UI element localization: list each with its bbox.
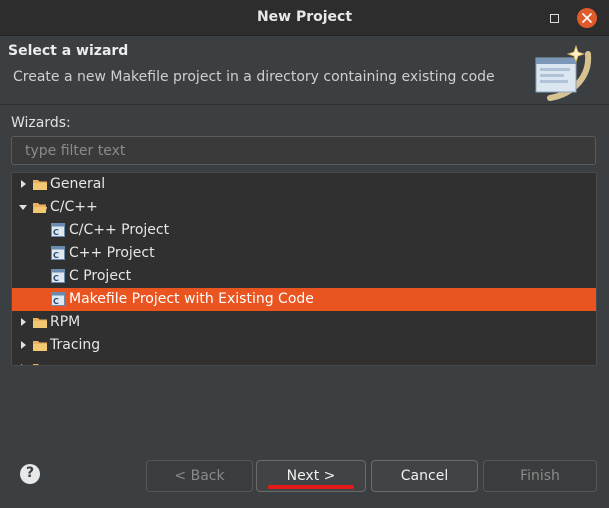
wizard-filter-input[interactable]: [11, 136, 596, 165]
tree-item-rpm[interactable]: RPM: [12, 311, 596, 334]
tree-item-c-cpp-project[interactable]: C C/C++ Project: [12, 219, 596, 242]
folder-icon: [33, 341, 47, 351]
folder-open-icon: [33, 203, 47, 213]
title-bar[interactable]: New Project: [0, 0, 609, 36]
close-icon: [582, 13, 592, 23]
folder-icon: [33, 180, 47, 190]
tree-item-label: C/C++: [50, 199, 98, 215]
tree-item-cpp-project[interactable]: C C++ Project: [12, 242, 596, 265]
tree-item-c-cpp[interactable]: C/C++: [12, 196, 596, 219]
wizards-label: Wizards:: [11, 115, 71, 131]
new-project-dialog: New Project Select a wizard Create a new…: [0, 0, 609, 508]
tree-item-label: C++ Project: [69, 245, 155, 261]
annotation-underline: [268, 485, 354, 489]
tree-item-general[interactable]: General: [12, 173, 596, 196]
back-button[interactable]: < Back: [146, 460, 253, 492]
svg-text:C: C: [53, 274, 59, 283]
cancel-button[interactable]: Cancel: [371, 460, 478, 492]
maximize-icon: [550, 14, 559, 23]
expand-arrow-icon[interactable]: [18, 363, 28, 366]
tree-item-label: C/C++ Project: [69, 222, 170, 238]
tree-item-label: RPM: [50, 314, 81, 330]
wizard-tree[interactable]: General C/C++ C C/C++ Project C C++ Proj…: [11, 172, 597, 366]
new-project-wizard-banner-icon: [535, 44, 592, 101]
help-icon: ?: [25, 465, 35, 481]
collapse-arrow-icon[interactable]: [18, 202, 28, 212]
expand-arrow-icon[interactable]: [18, 340, 28, 350]
svg-text:C: C: [53, 251, 59, 260]
header-divider: [0, 104, 609, 105]
tree-item-label: Tracing: [50, 337, 101, 353]
wizard-header: Select a wizard Create a new Makefile pr…: [0, 36, 609, 101]
window-title: New Project: [256, 9, 353, 25]
help-button[interactable]: ?: [20, 464, 40, 484]
tree-item-label: C Project: [69, 268, 132, 284]
svg-text:C: C: [53, 228, 59, 237]
folder-icon: [33, 364, 39, 365]
c-project-icon: C: [51, 246, 65, 260]
expand-arrow-icon[interactable]: [18, 317, 28, 327]
close-button[interactable]: [577, 8, 597, 28]
folder-icon: [33, 318, 47, 328]
tree-item-makefile-project-existing-code[interactable]: C Makefile Project with Existing Code: [12, 288, 596, 311]
svg-text:C: C: [53, 297, 59, 306]
finish-button[interactable]: Finish: [483, 460, 597, 492]
tree-item-partial[interactable]: [12, 357, 596, 366]
c-project-icon: C: [51, 269, 65, 283]
expand-arrow-icon[interactable]: [18, 179, 28, 189]
tree-item-c-project[interactable]: C C Project: [12, 265, 596, 288]
tree-item-label: General: [50, 176, 106, 192]
page-description: Create a new Makefile project in a direc…: [13, 69, 495, 85]
c-project-icon: C: [51, 292, 65, 306]
c-project-icon: C: [51, 223, 65, 237]
maximize-button[interactable]: [547, 11, 561, 25]
tree-item-tracing[interactable]: Tracing: [12, 334, 596, 357]
page-title: Select a wizard: [8, 43, 129, 59]
tree-item-label: Makefile Project with Existing Code: [69, 291, 314, 307]
